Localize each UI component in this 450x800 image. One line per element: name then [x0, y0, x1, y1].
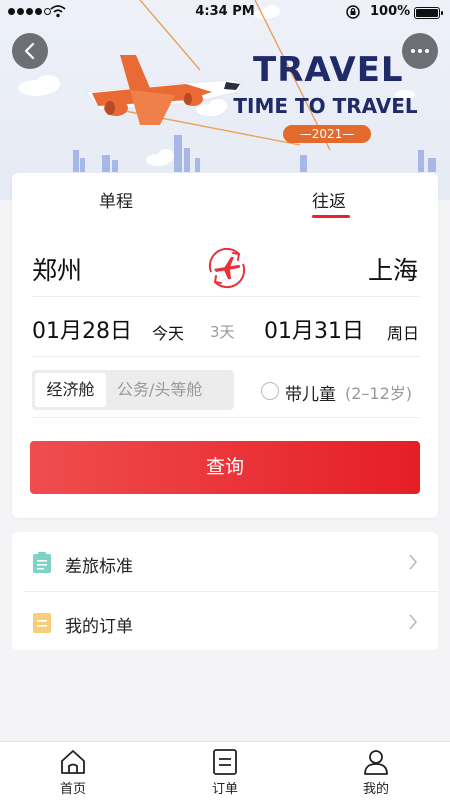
status-bar: 4:34 PM 100%	[0, 0, 450, 24]
more-options-button[interactable]	[402, 33, 438, 69]
active-tab-indicator	[312, 215, 350, 218]
travel-policy-icon	[33, 552, 51, 573]
departure-date[interactable]: 01月28日	[32, 313, 132, 345]
return-weekday: 周日	[387, 324, 420, 343]
chevron-left-icon	[24, 43, 35, 59]
bottom-tab-bar: 首页 订单 我的	[0, 741, 450, 800]
hero-year-badge: —2021—	[283, 125, 371, 143]
departure-city[interactable]: 郑州	[32, 251, 82, 287]
child-label[interactable]: 带儿童	[285, 380, 336, 405]
swap-cities-button[interactable]	[202, 243, 252, 293]
battery-level-fill	[416, 9, 438, 17]
tab-one-way[interactable]: 单程	[99, 187, 133, 212]
flight-search-card: 单程 往返 郑州 上海 01月28日 今天 3天 01月31日 周日 经济舱 公…	[12, 173, 438, 518]
chevron-right-icon	[409, 614, 418, 630]
child-age-range: (2–12岁)	[345, 384, 413, 403]
divider	[32, 356, 420, 357]
menu-item-my-orders[interactable]: 我的订单	[12, 592, 438, 651]
tabbar-label: 首页	[59, 782, 86, 797]
arrival-city[interactable]: 上海	[368, 251, 418, 287]
rotation-lock-icon	[346, 5, 360, 19]
divider	[32, 417, 420, 418]
orders-icon	[213, 749, 237, 775]
child-radio[interactable]	[261, 382, 279, 400]
battery-percent: 100%	[370, 4, 411, 19]
tabbar-label: 订单	[211, 782, 238, 797]
search-button[interactable]: 查询	[30, 441, 420, 494]
cabin-class-selector: 经济舱 公务/头等舱	[32, 370, 234, 410]
cabin-business-option[interactable]: 公务/头等舱	[117, 370, 202, 410]
tabbar-orders[interactable]: 订单	[185, 748, 265, 797]
return-date[interactable]: 01月31日	[264, 313, 364, 345]
chevron-right-icon	[409, 554, 418, 570]
back-button[interactable]	[12, 33, 48, 69]
order-list-icon	[33, 613, 51, 633]
battery-icon	[414, 7, 443, 19]
tabbar-home[interactable]: 首页	[33, 748, 113, 797]
departure-weekday: 今天	[152, 324, 185, 343]
cabin-economy-option[interactable]: 经济舱	[35, 373, 106, 407]
menu-list: 差旅标准 我的订单	[12, 532, 438, 650]
more-dots-icon	[411, 49, 415, 53]
home-icon	[61, 750, 85, 774]
hero-title: TRAVEL	[253, 50, 404, 90]
trip-duration: 3天	[210, 323, 235, 341]
profile-icon	[364, 750, 388, 775]
menu-item-label: 我的订单	[65, 617, 133, 637]
menu-item-label: 差旅标准	[65, 557, 133, 577]
tab-round-trip[interactable]: 往返	[312, 187, 346, 212]
tabbar-profile[interactable]: 我的	[336, 748, 416, 797]
plane-swap-icon	[208, 247, 246, 289]
hero-subtitle: TIME TO TRAVEL	[233, 94, 418, 118]
tabbar-label: 我的	[362, 782, 389, 797]
divider	[32, 296, 420, 297]
menu-item-travel-policy[interactable]: 差旅标准	[12, 532, 438, 591]
hero-banner: TRAVEL TIME TO TRAVEL —2021—	[0, 0, 450, 200]
